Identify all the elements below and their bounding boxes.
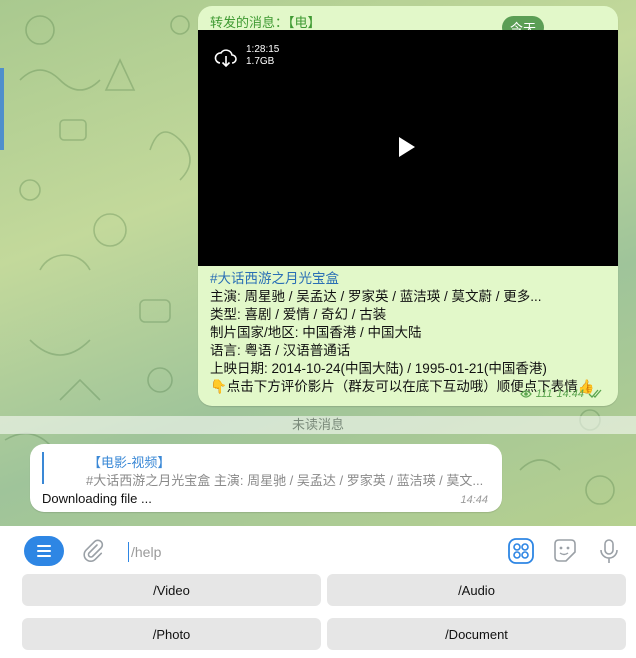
caption-line-region: 制片国家/地区: 中国香港 / 中国大陆	[210, 325, 422, 340]
message-time: 14:44	[556, 388, 584, 400]
composer: /Video /Audio /Photo /Document	[0, 526, 636, 658]
play-icon[interactable]	[399, 137, 415, 157]
keyboard-button-document[interactable]: /Document	[327, 618, 626, 650]
menu-icon	[37, 545, 51, 557]
incoming-message[interactable]: 【电影-视频】 #大话西游之月光宝盒 主演: 周星驰 / 吴孟达 / 罗家英 /…	[30, 444, 502, 512]
keyboard-button-photo[interactable]: /Photo	[22, 618, 321, 650]
reply-accent-bar	[42, 452, 44, 484]
caption-hashtag[interactable]: #大话西游之月光宝盒	[210, 270, 606, 288]
menu-button[interactable]	[24, 536, 64, 566]
message-input[interactable]	[128, 542, 493, 562]
forward-header-tail: 】	[307, 15, 321, 30]
double-check-icon	[588, 389, 602, 398]
forward-header-text: 转发的消息：【电	[210, 15, 308, 30]
sticker-icon[interactable]	[550, 536, 580, 566]
reply-title[interactable]: 【电影-视频】	[88, 452, 170, 471]
caption-line-release: 上映日期: 2014-10-24(中国大陆) / 1995-01-21(中国香港…	[210, 361, 547, 376]
forward-header[interactable]: 转发的消息：【电】	[210, 12, 321, 31]
incoming-text: Downloading file ...	[42, 491, 152, 506]
microphone-icon[interactable]	[594, 536, 624, 566]
bot-keyboard: /Video /Audio /Photo /Document	[22, 574, 626, 658]
paperclip-icon[interactable]	[80, 538, 106, 564]
caption-line-genre: 类型: 喜剧 / 爱情 / 奇幻 / 古装	[210, 307, 387, 322]
message-meta: 111 14:44	[519, 388, 604, 400]
caption-line-cast: 主演: 周星驰 / 吴孟达 / 罗家英 / 蓝洁瑛 / 莫文蔚 / 更多...	[210, 289, 542, 304]
view-count: 111	[535, 388, 553, 400]
forwarded-video-message[interactable]: 转发的消息：【电】 今天 1:28:15 1.7GB #大话西游之月光宝盒 主演…	[198, 6, 618, 406]
cloud-download-icon[interactable]	[214, 46, 238, 70]
window-edge-strip	[0, 68, 4, 150]
video-info: 1:28:15 1.7GB	[246, 44, 279, 68]
message-caption: #大话西游之月光宝盒 主演: 周星驰 / 吴孟达 / 罗家英 / 蓝洁瑛 / 莫…	[210, 270, 606, 396]
video-player[interactable]: 1:28:15 1.7GB	[198, 30, 618, 266]
incoming-time: 14:44	[460, 494, 488, 506]
keyboard-button-audio[interactable]: /Audio	[327, 574, 626, 606]
bot-keyboard-icon[interactable]	[506, 536, 536, 566]
caption-line-language: 语言: 粤语 / 汉语普通话	[210, 343, 351, 358]
unread-divider: 未读消息	[0, 416, 636, 434]
keyboard-button-video[interactable]: /Video	[22, 574, 321, 606]
eye-icon	[519, 390, 532, 398]
video-size: 1.7GB	[246, 56, 275, 67]
reply-preview[interactable]: #大话西游之月光宝盒 主演: 周星驰 / 吴孟达 / 罗家英 / 蓝洁瑛 / 莫…	[86, 470, 490, 489]
video-duration: 1:28:15	[246, 44, 280, 55]
